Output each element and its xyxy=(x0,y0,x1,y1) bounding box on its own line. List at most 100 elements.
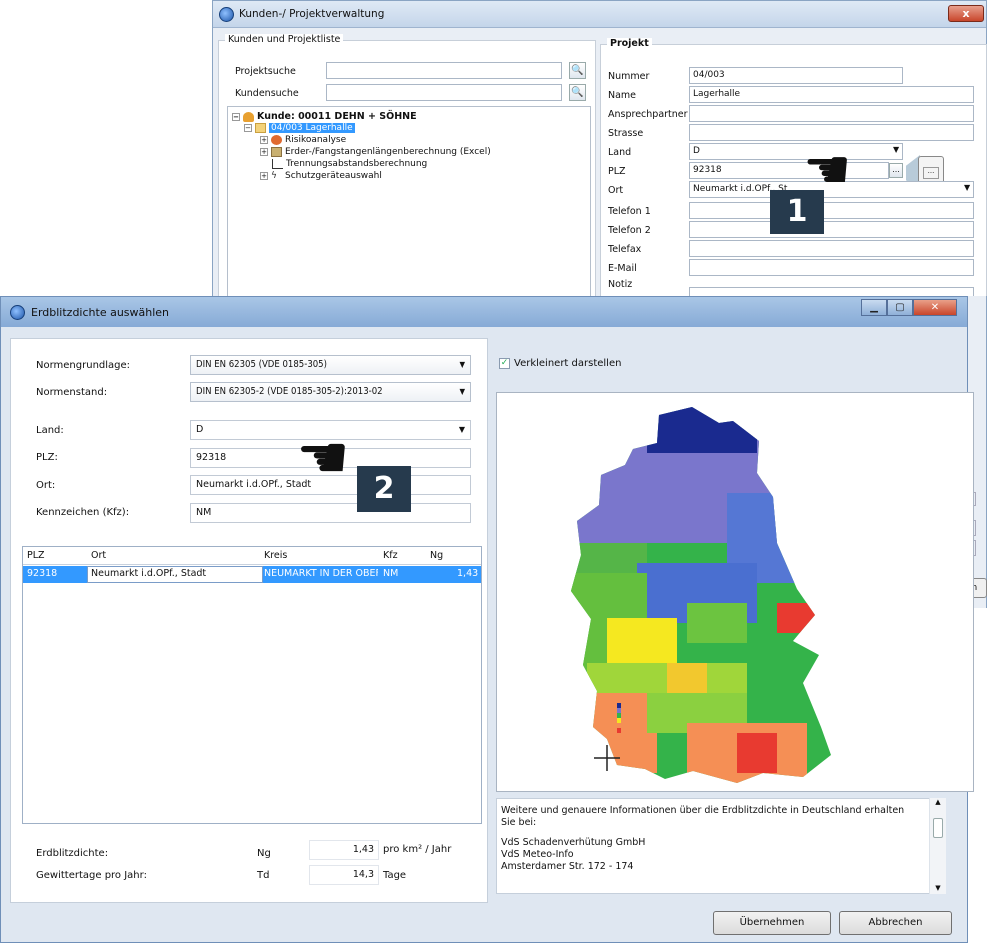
kundensuche-label: Kundensuche xyxy=(235,88,299,99)
plz-input[interactable]: 92318 xyxy=(689,162,889,179)
cell-ort: Neumarkt i.d.OPf., Stadt xyxy=(91,568,207,579)
tree-project-label: 04/003 Lagerhalle xyxy=(269,123,355,133)
field-label: Telefax xyxy=(608,244,642,255)
scroll-up-icon[interactable]: ▲ xyxy=(930,798,946,806)
gewittertage-label: Gewittertage pro Jahr: xyxy=(36,870,147,881)
normengrundlage-value: DIN EN 62305 (VDE 0185-305) xyxy=(196,359,327,370)
expand-icon[interactable]: + xyxy=(260,172,268,180)
table-row[interactable]: 92318 Neumarkt i.d.OPf., Stadt NEUMARKT … xyxy=(23,566,481,583)
info-line: VdS Schadenverhütung GmbH xyxy=(501,837,646,848)
ansprechpartner-input[interactable] xyxy=(689,105,974,122)
info-scrollbar[interactable]: ▲ ▼ xyxy=(929,798,946,894)
column-header-kfz[interactable]: Kfz xyxy=(383,550,398,561)
pointing-hand-icon: ☚ xyxy=(803,138,852,201)
map-legend xyxy=(617,703,621,733)
field-label: Name xyxy=(608,90,637,101)
field-label: Notiz xyxy=(608,279,633,290)
tree-project-node[interactable]: − 04/003 Lagerhalle xyxy=(244,123,355,133)
plz-lookup-button[interactable]: ... xyxy=(889,163,903,178)
normenstand-select[interactable]: DIN EN 62305-2 (VDE 0185-305-2):2013-02 … xyxy=(190,382,471,402)
kennzeichen-label: Kennzeichen (Kfz): xyxy=(36,507,130,518)
projektsuche-input[interactable] xyxy=(326,62,562,79)
plz-label: PLZ: xyxy=(36,452,58,463)
ort-label: Ort: xyxy=(36,480,56,491)
td-symbol: Td xyxy=(257,870,270,881)
tree-item-separation[interactable]: Trennungsabstandsberechnung xyxy=(272,159,427,169)
table-header: PLZ Ort Kreis Kfz Ng xyxy=(23,547,481,565)
ng-value: 1,43 xyxy=(309,840,379,860)
dialog-titlebar: Erdblitzdichte auswählen xyxy=(1,297,967,327)
field-label: Ort xyxy=(608,185,624,196)
project-manager-titlebar: Kunden-/ Projektverwaltung xyxy=(213,1,986,28)
location-table[interactable]: PLZ Ort Kreis Kfz Ng 92318 Neumarkt i.d.… xyxy=(22,546,482,824)
column-header-ort[interactable]: Ort xyxy=(91,550,106,561)
ng-symbol: Ng xyxy=(257,848,271,859)
land-select[interactable]: D xyxy=(689,143,903,160)
kundensuche-input[interactable] xyxy=(326,84,562,101)
telefon2-input[interactable] xyxy=(689,221,974,238)
info-line: VdS Meteo-Info xyxy=(501,849,574,860)
abbrechen-button[interactable]: Abbrechen xyxy=(839,911,952,935)
pointing-hand-icon: ☚ xyxy=(296,423,350,493)
app-globe-icon xyxy=(10,304,25,320)
step-callout-1: 1 xyxy=(770,190,824,234)
telefax-input[interactable] xyxy=(689,240,974,257)
info-line: Weitere und genauere Informationen über … xyxy=(501,805,905,828)
name-input[interactable]: Lagerhalle xyxy=(689,86,974,103)
normenstand-value: DIN EN 62305-2 (VDE 0185-305-2):2013-02 xyxy=(196,386,383,397)
normengrundlage-label: Normengrundlage: xyxy=(36,360,131,371)
minimize-button[interactable]: ▁ xyxy=(861,299,887,316)
dropdown-arrow-icon: ▼ xyxy=(893,145,900,154)
verkleinert-checkbox[interactable]: ✓ xyxy=(499,358,510,369)
column-header-ng[interactable]: Ng xyxy=(430,550,443,561)
table-icon xyxy=(271,147,282,157)
maximize-button[interactable]: ▢ xyxy=(887,299,913,316)
tree-item-earth[interactable]: + Erder-/Fangstangenlängenberechnung (Ex… xyxy=(260,147,491,157)
td-unit: Tage xyxy=(383,870,407,881)
cell-kfz: NM xyxy=(383,568,399,579)
expand-icon[interactable]: + xyxy=(260,136,268,144)
cell-ng: 1,43 xyxy=(457,568,479,579)
info-line xyxy=(501,829,941,837)
uebernehmen-button[interactable]: Übernehmen xyxy=(713,911,831,935)
tree-customer-label: Kunde: 00011 DEHN + SÖHNE xyxy=(257,111,417,122)
dropdown-arrow-icon: ▼ xyxy=(459,387,465,396)
projektsuche-search-icon[interactable]: 🔍 xyxy=(569,62,586,79)
telefon1-input[interactable] xyxy=(689,202,974,219)
project-manager-title: Kunden-/ Projektverwaltung xyxy=(239,8,385,20)
column-header-plz[interactable]: PLZ xyxy=(27,550,45,561)
tree-item-devices[interactable]: + ϟ Schutzgeräteauswahl xyxy=(260,171,382,181)
field-label: Telefon 1 xyxy=(608,206,651,217)
dropdown-arrow-icon: ▼ xyxy=(964,183,971,192)
collapse-icon[interactable]: − xyxy=(244,124,252,132)
nummer-input[interactable]: 04/003 xyxy=(689,67,903,84)
tree-item-risk[interactable]: + Risikoanalyse xyxy=(260,135,346,145)
erdblitzdichte-label: Erdblitzdichte: xyxy=(36,848,109,859)
dropdown-arrow-icon: ▼ xyxy=(458,425,465,434)
email-input[interactable] xyxy=(689,259,974,276)
field-label: Telefon 2 xyxy=(608,225,651,236)
tree-item-label: Schutzgeräteauswahl xyxy=(285,171,382,181)
collapse-icon[interactable]: − xyxy=(232,112,240,121)
projektsuche-label: Projektsuche xyxy=(235,66,296,77)
kundensuche-search-icon[interactable]: 🔍 xyxy=(569,84,586,101)
project-group-title: Projekt xyxy=(607,38,652,49)
app-globe-icon xyxy=(219,6,234,22)
close-button[interactable]: ✕ xyxy=(913,299,957,316)
kennzeichen-input[interactable]: NM xyxy=(190,503,471,523)
tree-item-label: Trennungsabstandsberechnung xyxy=(286,159,428,169)
dialog-title: Erdblitzdichte auswählen xyxy=(31,305,170,319)
germany-map-image xyxy=(571,407,831,783)
land-label: Land: xyxy=(36,425,64,436)
scroll-thumb[interactable] xyxy=(933,818,943,838)
column-header-kreis[interactable]: Kreis xyxy=(264,550,287,561)
project-tree[interactable]: − Kunde: 00011 DEHN + SÖHNE − 04/003 Lag… xyxy=(227,106,591,301)
info-textbox[interactable]: Weitere und genauere Informationen über … xyxy=(496,798,946,894)
step-callout-2: 2 xyxy=(357,466,411,512)
folder-icon xyxy=(255,123,266,133)
tree-customer-node[interactable]: − Kunde: 00011 DEHN + SÖHNE xyxy=(232,111,417,122)
scroll-down-icon[interactable]: ▼ xyxy=(930,884,946,892)
close-button[interactable]: x xyxy=(948,5,984,22)
expand-icon[interactable]: + xyxy=(260,148,268,156)
normengrundlage-select[interactable]: DIN EN 62305 (VDE 0185-305) ▼ xyxy=(190,355,471,375)
